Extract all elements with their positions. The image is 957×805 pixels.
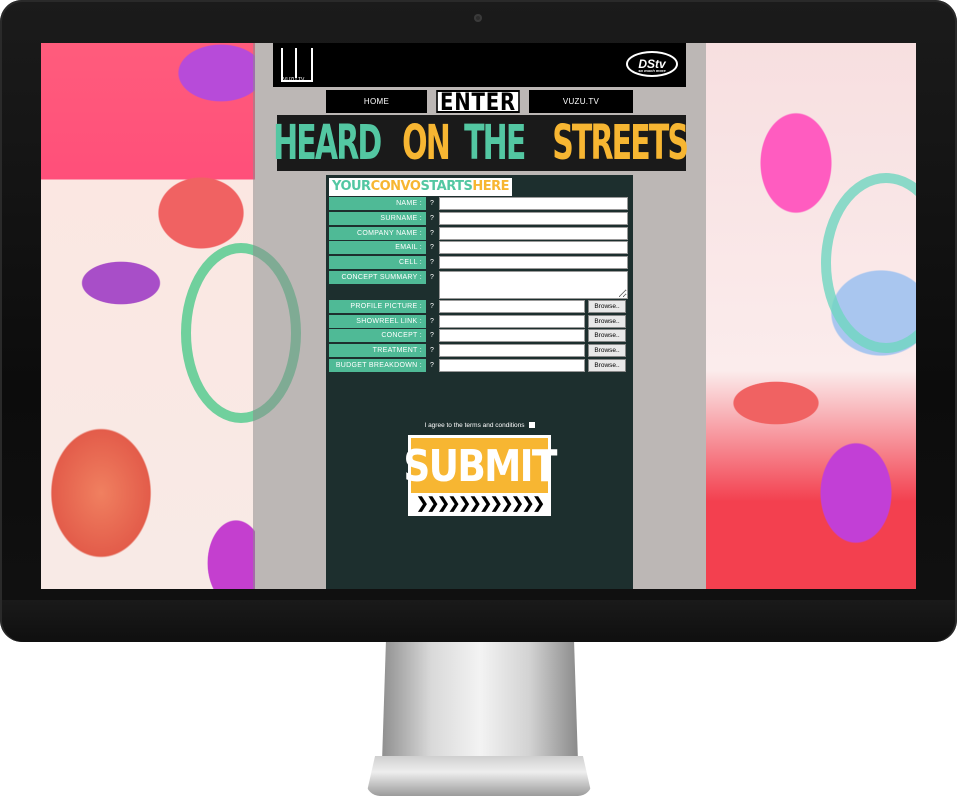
field-label: EMAIL :	[329, 241, 426, 254]
field-label: COMPANY NAME :	[329, 227, 426, 240]
main-nav: HOME ENTER VUZU.TV	[326, 88, 633, 116]
nav-vuzu-tv[interactable]: VUZU.TV	[529, 90, 633, 113]
monitor-stand-neck	[382, 642, 578, 762]
concept-summary-field[interactable]	[439, 271, 628, 299]
form-row-email: EMAIL : ?	[329, 241, 628, 254]
title-part-streets: STREETS	[551, 115, 688, 171]
monitor-chin	[2, 600, 955, 642]
showreel-link-file-field[interactable]	[439, 315, 585, 328]
subhead-convo: CONVO	[370, 179, 421, 194]
concept-file-field[interactable]	[439, 329, 585, 342]
help-icon[interactable]: ?	[427, 212, 437, 225]
terms-label: I agree to the terms and conditions	[424, 422, 525, 429]
submit-button[interactable]: SUBMIT ❯❯❯❯❯❯❯❯❯❯❯❯	[403, 435, 557, 516]
vuzu-logo-text: VUZU.TV	[283, 77, 305, 83]
browse-button[interactable]: Browse..	[588, 300, 626, 313]
treatment-file-field[interactable]	[439, 344, 585, 357]
form-subhead: YOURCONVOSTARTSHERE	[329, 178, 513, 196]
field-label: CONCEPT SUMMARY :	[329, 271, 426, 284]
vuzu-logo[interactable]: VUZU.TV	[281, 48, 313, 83]
help-icon[interactable]: ?	[427, 197, 437, 210]
field-label: CELL :	[329, 256, 426, 269]
form-row-concept: CONCEPT : ? Browse..	[329, 329, 626, 342]
title-part-on: ON	[401, 115, 451, 171]
field-label: SURNAME :	[329, 212, 426, 225]
browse-button[interactable]: Browse..	[588, 344, 626, 357]
help-icon[interactable]: ?	[427, 329, 437, 342]
page-title: HEARD ON THE STREETS	[273, 115, 688, 171]
terms-checkbox[interactable]	[528, 422, 535, 428]
cell-field[interactable]	[439, 256, 628, 269]
help-icon[interactable]: ?	[427, 227, 437, 240]
browse-button[interactable]: Browse..	[588, 359, 626, 372]
camera-icon	[474, 14, 482, 22]
terms-agreement: I agree to the terms and conditions	[326, 421, 633, 430]
form-row-company: COMPANY NAME : ?	[329, 227, 628, 240]
nav-home[interactable]: HOME	[326, 90, 427, 113]
entry-form: YOURCONVOSTARTSHERE NAME : ? SURNAME : ?…	[326, 175, 633, 589]
subhead-starts: STARTS	[420, 179, 473, 194]
monitor-stand-base	[366, 756, 592, 796]
form-row-cell: CELL : ?	[329, 256, 628, 269]
form-row-surname: SURNAME : ?	[329, 212, 628, 225]
chevrons-icon: ❯❯❯❯❯❯❯❯❯❯❯❯	[411, 493, 548, 513]
help-icon[interactable]: ?	[427, 256, 437, 269]
email-field[interactable]	[439, 241, 628, 254]
field-label: NAME :	[329, 197, 426, 210]
help-icon[interactable]: ?	[427, 271, 437, 284]
company-name-field[interactable]	[439, 227, 628, 240]
nav-enter[interactable]: ENTER	[436, 88, 520, 116]
subhead-here: HERE	[472, 179, 510, 194]
browse-button[interactable]: Browse..	[588, 329, 626, 342]
field-label: SHOWREEL LINK :	[329, 315, 426, 328]
field-label: CONCEPT :	[329, 329, 426, 342]
subhead-your: YOUR	[332, 179, 371, 194]
field-label: TREATMENT :	[329, 344, 426, 357]
help-icon[interactable]: ?	[427, 241, 437, 254]
screen: VUZU.TV DStv so much more HOME ENTER VUZ…	[41, 43, 916, 589]
field-label: PROFILE PICTURE :	[329, 300, 426, 313]
dstv-logo[interactable]: DStv so much more	[626, 51, 678, 77]
surname-field[interactable]	[439, 212, 628, 225]
browse-button[interactable]: Browse..	[588, 315, 626, 328]
help-icon[interactable]: ?	[427, 359, 437, 372]
form-row-profile-picture: PROFILE PICTURE : ? Browse..	[329, 300, 626, 313]
field-label: BUDGET BREAKDOWN :	[329, 359, 426, 372]
help-icon[interactable]: ?	[427, 300, 437, 313]
form-row-concept-summary: CONCEPT SUMMARY : ?	[329, 271, 628, 299]
form-row-treatment: TREATMENT : ? Browse..	[329, 344, 626, 357]
help-icon[interactable]: ?	[427, 315, 437, 328]
title-part-the: THE	[463, 115, 526, 171]
title-part-heard: HEARD	[272, 115, 382, 171]
help-icon[interactable]: ?	[427, 344, 437, 357]
dstv-logo-tagline: so much more	[638, 68, 666, 73]
form-row-budget: BUDGET BREAKDOWN : ? Browse..	[329, 359, 626, 372]
submit-label: SUBMIT	[403, 441, 557, 492]
name-field[interactable]	[439, 197, 628, 210]
budget-breakdown-file-field[interactable]	[439, 359, 585, 372]
site-header: VUZU.TV DStv so much more	[273, 43, 686, 87]
form-row-name: NAME : ?	[329, 197, 628, 210]
profile-picture-file-field[interactable]	[439, 300, 585, 313]
form-row-showreel: SHOWREEL LINK : ? Browse..	[329, 315, 626, 328]
